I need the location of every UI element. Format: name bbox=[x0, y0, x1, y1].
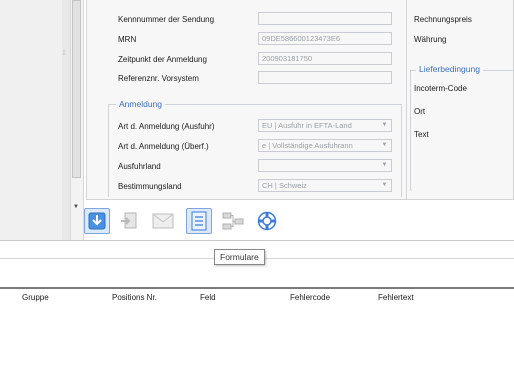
column-header-feld[interactable]: Feld bbox=[200, 293, 216, 302]
zeitpunkt-field[interactable]: 200903181750 bbox=[258, 52, 392, 65]
ausfuhrland-label: Ausfuhrland bbox=[118, 162, 161, 171]
chevron-down-icon[interactable]: ▼ bbox=[380, 181, 389, 190]
down-arrow-button[interactable] bbox=[84, 208, 110, 234]
bestimmungsland-combo-value: CH | Schweiz bbox=[262, 181, 307, 190]
ueberf-label: Art d. Anmeldung (Überf.) bbox=[118, 142, 209, 151]
column-header-fehlercode[interactable]: Fehlercode bbox=[290, 293, 330, 302]
column-divider bbox=[406, 0, 407, 200]
tooltip: Formulare bbox=[214, 249, 265, 265]
ausfuhr-combo[interactable]: EU | Ausfuhr in EFTA-Land ▼ bbox=[258, 119, 392, 132]
chevron-down-icon[interactable]: ▼ bbox=[380, 161, 389, 170]
kennnummer-field[interactable] bbox=[258, 12, 392, 25]
lieferbedingung-title: Lieferbedingung bbox=[416, 64, 483, 74]
error-table-body bbox=[0, 305, 514, 372]
ausfuhr-label: Art d. Anmeldung (Ausfuhr) bbox=[118, 122, 215, 131]
kennnummer-label: Kennnummer der Sendung bbox=[118, 15, 215, 24]
down-arrow-icon bbox=[88, 212, 106, 230]
import-button[interactable] bbox=[116, 208, 142, 234]
ausfuhrland-combo[interactable]: ▼ bbox=[258, 159, 392, 172]
mrn-label: MRN bbox=[118, 35, 137, 44]
incoterm-label: Incoterm-Code bbox=[414, 84, 467, 93]
referenz-field[interactable] bbox=[258, 71, 392, 84]
rechnungspreis-label: Rechnungspreis bbox=[414, 15, 472, 24]
mail-button[interactable] bbox=[150, 208, 176, 234]
left-gutter bbox=[0, 0, 63, 240]
form-button[interactable] bbox=[186, 208, 212, 234]
column-header-positions-nr[interactable]: Positions Nr. bbox=[112, 293, 157, 302]
tree-icon bbox=[222, 212, 244, 230]
toolbar-top-divider bbox=[0, 240, 514, 241]
bestimmungsland-label: Bestimmungsland bbox=[118, 182, 182, 191]
form-icon bbox=[191, 211, 207, 231]
waehrung-label: Währung bbox=[414, 35, 447, 44]
splitter-grip-icon: ⁞ bbox=[63, 50, 65, 57]
chevron-down-icon[interactable]: ▼ bbox=[380, 141, 389, 150]
help-lifebuoy-icon bbox=[257, 211, 277, 231]
left-splitter[interactable]: ⁞ bbox=[62, 0, 70, 240]
zeitpunkt-label: Zeitpunkt der Anmeldung bbox=[118, 55, 207, 64]
mail-icon bbox=[152, 213, 174, 229]
mrn-field[interactable]: 09DE586600123473E6 bbox=[258, 32, 392, 45]
column-header-gruppe[interactable]: Gruppe bbox=[22, 293, 49, 302]
vertical-scrollbar[interactable]: ▼ bbox=[70, 0, 84, 240]
scrollbar-thumb[interactable] bbox=[72, 0, 81, 178]
tree-button[interactable] bbox=[220, 208, 246, 234]
ueberf-combo[interactable]: e | Vollständige Ausfuhrann ▼ bbox=[258, 139, 392, 152]
ort-label: Ort bbox=[414, 107, 426, 116]
scroll-down-icon[interactable]: ▼ bbox=[73, 204, 79, 210]
import-icon bbox=[121, 212, 137, 229]
text-label: Text bbox=[414, 130, 429, 139]
referenz-label: Referenznr. Vorsystem bbox=[118, 74, 199, 83]
column-header-fehlertext[interactable]: Fehlertext bbox=[378, 293, 414, 302]
bestimmungsland-combo[interactable]: CH | Schweiz ▼ bbox=[258, 179, 392, 192]
anmeldung-group-title: Anmeldung bbox=[116, 99, 166, 109]
error-table-header-bg bbox=[0, 287, 514, 307]
help-button[interactable] bbox=[254, 208, 280, 234]
ausfuhr-combo-value: EU | Ausfuhr in EFTA-Land bbox=[262, 121, 352, 130]
ueberf-combo-value: e | Vollständige Ausfuhrann bbox=[262, 141, 353, 150]
chevron-down-icon[interactable]: ▼ bbox=[380, 121, 389, 130]
